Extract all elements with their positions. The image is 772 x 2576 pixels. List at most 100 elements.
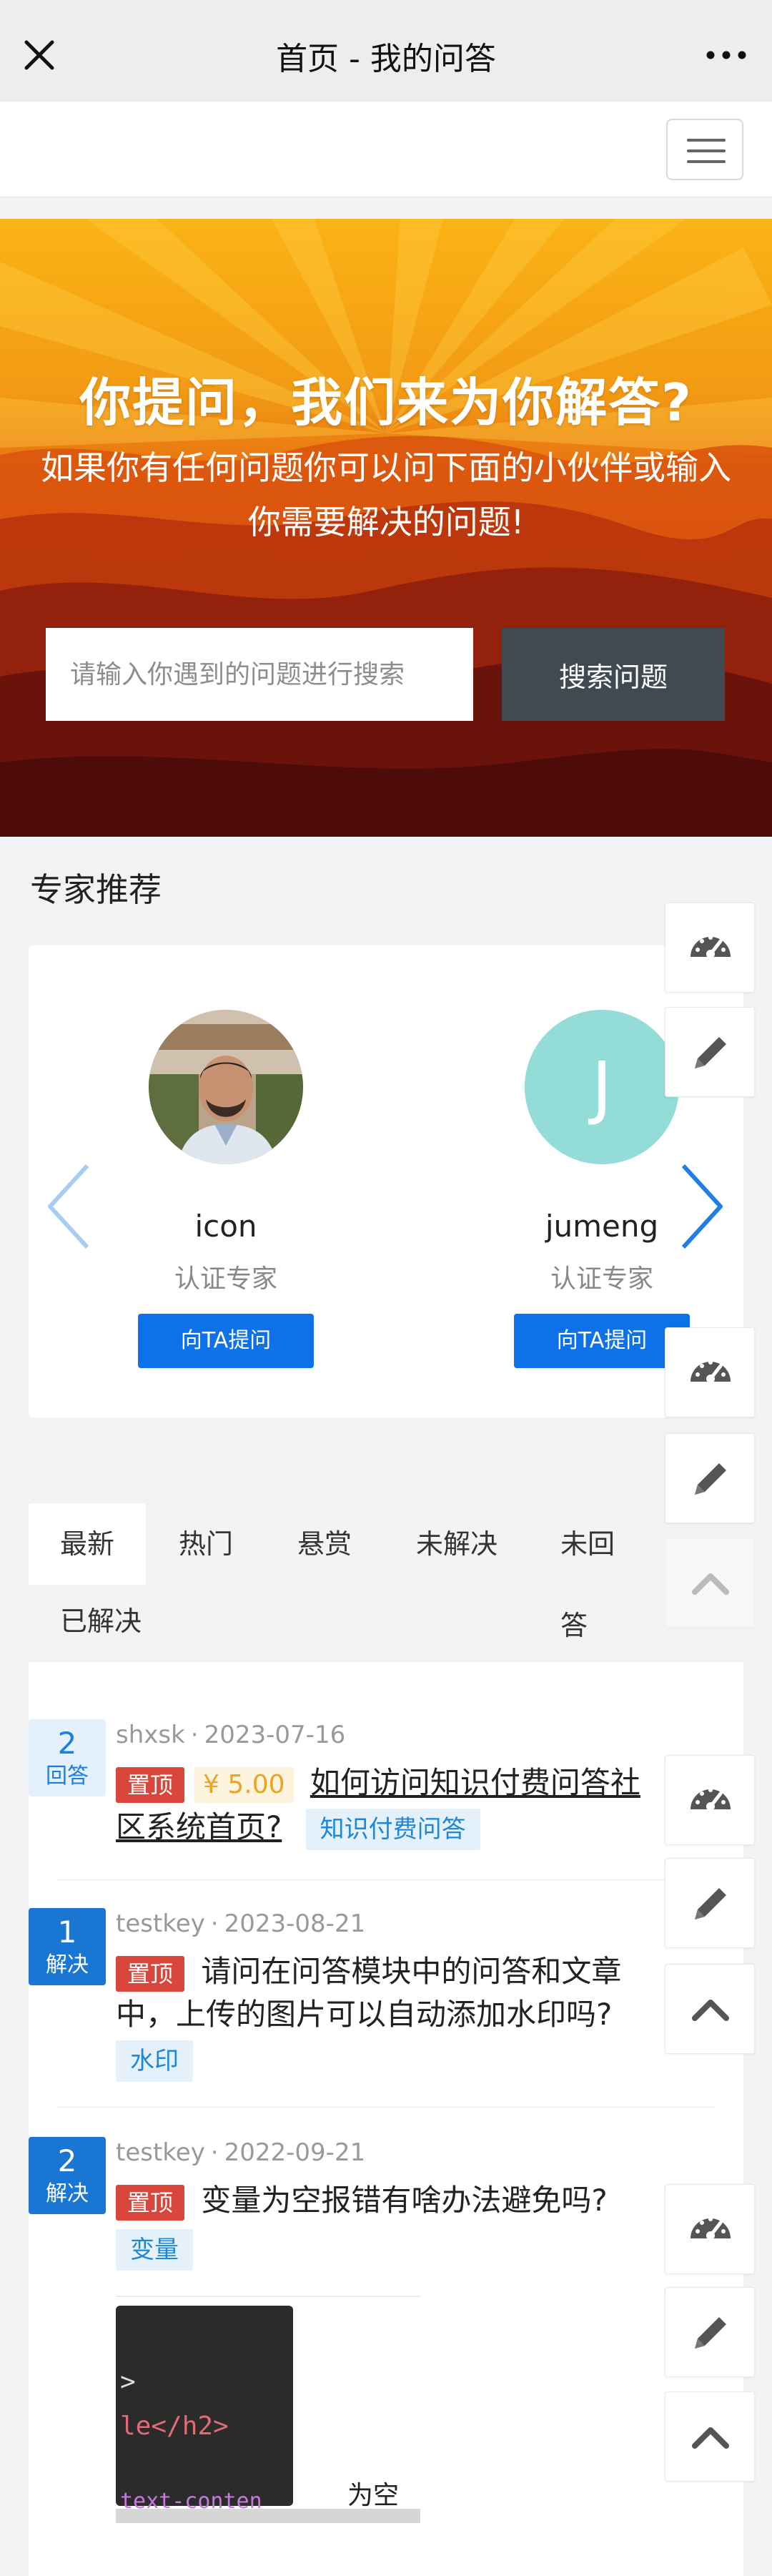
question-tag-line: 变量 [116,2226,193,2271]
image-scrollbar[interactable] [116,2509,420,2523]
question-tag[interactable]: 知识付费问答 [305,1808,480,1850]
pencil-icon [695,1463,726,1495]
question-title-line: 区系统首页? 知识付费问答 [116,1805,480,1850]
chevron-up-icon [692,1573,729,1595]
chevron-up-icon [692,2427,729,2449]
question-tag-line: 水印 [116,2037,193,2082]
more-icon[interactable] [705,37,748,73]
back-to-top-button[interactable] [665,2391,755,2482]
avatar-photo [149,1010,303,1164]
write-button[interactable] [665,2287,755,2377]
list-item[interactable]: 2 回答 shxsk · 2023-07-16 置顶 ¥ 5.00 如何访问知识付费问… [29,1719,686,1884]
question-tag[interactable]: 变量 [116,2228,193,2271]
write-button[interactable] [665,1007,755,1097]
divider [57,1879,715,1880]
answer-count-box: 2 解决 [29,2137,106,2214]
question-title-line: 置顶 ¥ 5.00 如何访问知识付费问答社 [116,1761,640,1805]
status-bar [0,0,772,9]
pinned-badge: 置顶 [116,1955,185,1992]
pinned-badge: 置顶 [116,1766,185,1803]
hero-heading: 你提问，我们来为你解答? [79,373,693,433]
avatar[interactable] [149,1010,303,1164]
reward-badge: ¥ 5.00 [194,1766,294,1803]
hero-banner: 你提问，我们来为你解答? 如果你有任何问题你可以问下面的小伙伴或输入你需要解决的… [0,219,772,837]
tab-solved[interactable]: 已解决 [29,1580,173,1662]
post-date: 2023-07-16 [204,1721,346,1749]
answer-count-label: 解决 [46,1952,89,1977]
question-image-preview[interactable]: > le</h2> text-conten 为空报 [116,2296,420,2523]
pinned-badge: 置顶 [116,2184,185,2221]
code-text: le</h2> [120,2412,229,2441]
dashboard-button[interactable] [665,2184,755,2274]
expert-role: 认证专家 [550,1264,653,1294]
question-title-line[interactable]: 中，上传的图片可以自动添加水印吗? [116,1992,612,2037]
page-title: 首页 - 我的问答 [276,41,496,77]
answer-count: 2 [57,1726,77,1761]
chevron-left-icon[interactable] [44,1160,94,1253]
question-title-link[interactable]: 如何访问知识付费问答社 [310,1765,640,1800]
dashboard-button[interactable] [665,1327,755,1417]
question-title-link[interactable]: 请问在问答模块中的问答和文章 [201,1954,621,1989]
question-title-line: 置顶 请问在问答模块中的问答和文章 [116,1950,621,1994]
pencil-icon [695,1888,726,1919]
chevron-right-icon[interactable] [676,1160,726,1253]
section-title: 专家推荐 [30,870,162,909]
speedometer-icon [691,2217,731,2240]
answer-count-label: 回答 [46,1764,89,1789]
answer-count-label: 解决 [46,2181,89,2206]
tab-unsolved[interactable]: 未解决 [385,1503,529,1585]
menu-bar-line [687,139,726,142]
code-screenshot: > le</h2> text-conten [116,2306,293,2514]
tab-hot[interactable]: 热门 [147,1503,264,1585]
title-bar: 首页 - 我的问答 [0,9,772,102]
write-button[interactable] [665,1433,755,1523]
menu-toggle-button[interactable] [666,119,743,180]
speedometer-icon [691,1360,731,1383]
question-title-link[interactable]: 区系统首页? [116,1809,282,1844]
code-line: le</h2> [120,2412,229,2441]
author-name[interactable]: testkey [116,2138,205,2167]
expert-name: icon [194,1209,257,1244]
question-title-line: 置顶 变量为空报错有啥办法避免吗? [116,2178,608,2223]
speedometer-icon [691,935,731,958]
question-meta: shxsk · 2023-07-16 [116,1721,346,1749]
speedometer-icon [691,1788,731,1811]
post-date: 2023-08-21 [224,1909,366,1938]
question-tabs: 最新 热门 悬赏 未解决 未回答 已解决 [29,1503,672,1668]
pencil-icon [695,1037,726,1068]
search-button[interactable]: 搜索问题 [502,628,725,721]
experts-carousel: icon 认证专家 向TA提问 J jumeng 认证专家 向TA提问 [29,945,743,1417]
write-button[interactable] [665,1858,755,1948]
menu-bar-line [687,149,726,152]
answer-count: 2 [57,2143,77,2178]
post-date: 2022-09-21 [224,2138,366,2167]
author-name[interactable]: testkey [116,1909,205,1938]
menu-bar-line [687,160,726,163]
back-to-top-button[interactable] [665,1964,755,2054]
ask-expert-button[interactable]: 向TA提问 [138,1314,314,1368]
back-to-top-button[interactable] [665,1538,755,1628]
tab-latest[interactable]: 最新 [29,1503,147,1585]
search-input[interactable] [46,628,473,721]
question-tag[interactable]: 水印 [116,2040,193,2082]
tab-bounty[interactable]: 悬赏 [266,1503,383,1585]
list-item[interactable]: 2 解决 testkey · 2022-09-21 置顶 变量为空报错有啥办法避免吗… [29,2137,686,2280]
question-meta: testkey · 2023-08-21 [116,1909,366,1938]
expert-card: icon 认证专家 向TA提问 [119,1010,333,1368]
author-name[interactable]: shxsk [116,1721,185,1749]
tab-unanswered[interactable]: 未回答 [529,1503,672,1641]
answer-count: 1 [57,1914,77,1950]
code-line: > [120,2367,136,2396]
divider [57,2107,715,2108]
answer-count-box: 2 回答 [29,1719,106,1796]
dashboard-button[interactable] [665,1755,755,1845]
question-meta: testkey · 2022-09-21 [116,2138,366,2167]
dashboard-button[interactable] [665,903,755,993]
question-title-link[interactable]: 变量为空报错有啥办法避免吗? [201,2183,607,2218]
ask-expert-button[interactable]: 向TA提问 [514,1314,690,1368]
site-navbar [0,102,772,197]
avatar[interactable]: J [525,1010,679,1164]
list-item[interactable]: 1 解决 testkey · 2023-08-21 置顶 请问在问答模块中的问答和文… [29,1908,686,2087]
chevron-up-icon [692,2000,729,2021]
hero-description: 如果你有任何问题你可以问下面的小伙伴或输入你需要解决的问题! [41,448,731,541]
